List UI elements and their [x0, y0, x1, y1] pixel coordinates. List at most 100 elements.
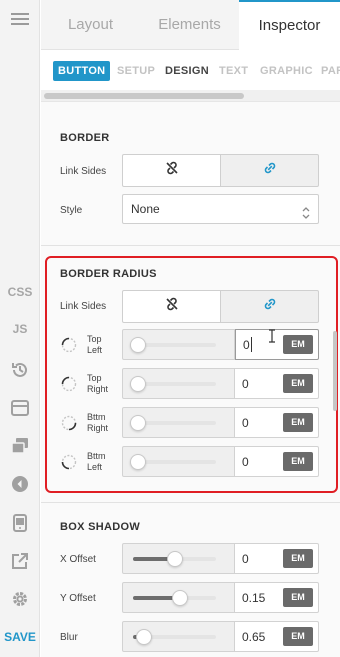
slider-knob[interactable]	[130, 376, 146, 392]
bottom-left-value-field[interactable]: 0 EM	[235, 446, 319, 477]
top-left-slider[interactable]	[122, 329, 235, 360]
border-style-label: Style	[60, 205, 83, 216]
left-rail: CSS JS SAVE	[0, 0, 40, 657]
corner-top-left-icon	[61, 337, 77, 353]
border-style-select[interactable]: None	[122, 194, 319, 224]
corner-bottom-right-label: Bttm Right	[87, 412, 108, 434]
border-link-sides-label: Link Sides	[60, 166, 107, 177]
corner-label-line2: Left	[87, 345, 103, 355]
panel-scrollbar[interactable]	[333, 331, 337, 411]
x-offset-value: 0	[242, 552, 249, 566]
slider-knob[interactable]	[130, 337, 146, 353]
bottom-right-value-field[interactable]: 0 EM	[235, 407, 319, 438]
y-offset-label: Y Offset	[60, 593, 96, 604]
bottom-left-value: 0	[242, 455, 249, 469]
history-icon[interactable]	[0, 360, 40, 380]
corner-top-right-label: Top Right	[87, 373, 108, 395]
menu-icon[interactable]	[0, 8, 40, 30]
subtab-setup[interactable]: SETUP	[117, 61, 155, 81]
css-button[interactable]: CSS	[0, 284, 40, 300]
link-icon	[263, 297, 277, 316]
external-link-icon[interactable]	[0, 551, 40, 571]
corner-label-line1: Top	[87, 373, 102, 383]
unit-toggle-button[interactable]: EM	[283, 335, 313, 354]
unit-toggle-button[interactable]: EM	[283, 627, 313, 646]
slider-knob[interactable]	[166, 551, 183, 567]
unit-toggle-button[interactable]: EM	[283, 588, 313, 607]
link-icon	[263, 161, 277, 180]
radius-unlink-button[interactable]	[122, 290, 221, 323]
border-style-value: None	[131, 202, 160, 216]
border-section-title: BORDER	[60, 132, 110, 144]
corner-label-line2: Right	[87, 423, 109, 433]
subtab-graphic[interactable]: GRAPHIC	[260, 61, 313, 81]
blur-value-field[interactable]: 0.65 EM	[235, 621, 319, 652]
arrow-left-icon[interactable]	[0, 474, 40, 494]
bottom-left-slider[interactable]	[122, 446, 235, 477]
top-right-value-field[interactable]: 0 EM	[235, 368, 319, 399]
section-divider	[41, 502, 340, 503]
corner-bottom-right-icon	[61, 415, 77, 431]
border-radius-section-title: BORDER RADIUS	[60, 268, 157, 280]
border-radius-link-sides-label: Link Sides	[60, 301, 107, 312]
y-offset-value: 0.15	[242, 591, 266, 605]
subtab-design[interactable]: DESIGN	[165, 61, 209, 81]
slider-knob[interactable]	[172, 590, 189, 606]
border-link-button[interactable]	[220, 154, 319, 187]
slider-knob[interactable]	[130, 454, 146, 470]
x-offset-slider[interactable]	[122, 543, 235, 574]
corner-label-line2: Right	[87, 384, 109, 394]
corner-label-line2: Left	[87, 462, 103, 472]
corner-bottom-left-icon	[61, 454, 77, 470]
top-right-value: 0	[242, 377, 249, 391]
section-divider	[41, 245, 340, 246]
slider-knob[interactable]	[135, 629, 152, 645]
save-button[interactable]: SAVE	[0, 629, 40, 645]
subtab-button[interactable]: BUTTON	[53, 61, 111, 81]
inspector-panel: Layout Elements Inspector BUTTON SETUP D…	[41, 0, 340, 657]
blur-slider[interactable]	[122, 621, 235, 652]
y-offset-slider[interactable]	[122, 582, 235, 613]
subtab-partial[interactable]: PAR	[321, 61, 340, 81]
box-shadow-section-title: BOX SHADOW	[60, 521, 140, 533]
layout-icon[interactable]	[0, 398, 40, 418]
subtab-scrollbar[interactable]	[44, 93, 244, 99]
tab-elements[interactable]: Elements	[140, 0, 239, 50]
unit-toggle-button[interactable]: EM	[283, 374, 313, 393]
inspector-subtabs: BUTTON SETUP DESIGN TEXT GRAPHIC PAR	[41, 50, 340, 92]
corner-label-line1: Bttm	[87, 451, 106, 461]
unlink-icon	[165, 161, 179, 180]
unit-toggle-button[interactable]: EM	[283, 549, 313, 568]
border-unlink-button[interactable]	[122, 154, 221, 187]
subtab-text[interactable]: TEXT	[219, 61, 248, 81]
unit-toggle-button[interactable]: EM	[283, 413, 313, 432]
corner-bottom-left-label: Bttm Left	[87, 451, 106, 473]
text-caret	[251, 337, 252, 352]
x-offset-label: X Offset	[60, 554, 96, 565]
radius-link-button[interactable]	[220, 290, 319, 323]
bottom-right-slider[interactable]	[122, 407, 235, 438]
top-left-value-field[interactable]: 0 EM	[235, 329, 319, 360]
text-cursor-icon	[268, 329, 276, 343]
main-tabs: Layout Elements Inspector	[41, 0, 340, 51]
corner-label-line1: Top	[87, 334, 102, 344]
x-offset-value-field[interactable]: 0 EM	[235, 543, 319, 574]
device-icon[interactable]	[0, 512, 40, 534]
top-left-value: 0	[243, 338, 250, 352]
tab-inspector[interactable]: Inspector	[239, 0, 340, 51]
layers-icon[interactable]	[0, 436, 40, 456]
unit-toggle-button[interactable]: EM	[283, 452, 313, 471]
slider-knob[interactable]	[130, 415, 146, 431]
corner-top-left-label: Top Left	[87, 334, 102, 356]
corner-label-line1: Bttm	[87, 412, 106, 422]
bottom-right-value: 0	[242, 416, 249, 430]
top-right-slider[interactable]	[122, 368, 235, 399]
y-offset-value-field[interactable]: 0.15 EM	[235, 582, 319, 613]
select-arrows-icon	[302, 202, 310, 219]
tab-layout[interactable]: Layout	[41, 0, 140, 50]
js-button[interactable]: JS	[0, 321, 40, 337]
gear-icon[interactable]	[0, 589, 40, 609]
corner-top-right-icon	[61, 376, 77, 392]
blur-value: 0.65	[242, 630, 266, 644]
unlink-icon	[165, 297, 179, 316]
